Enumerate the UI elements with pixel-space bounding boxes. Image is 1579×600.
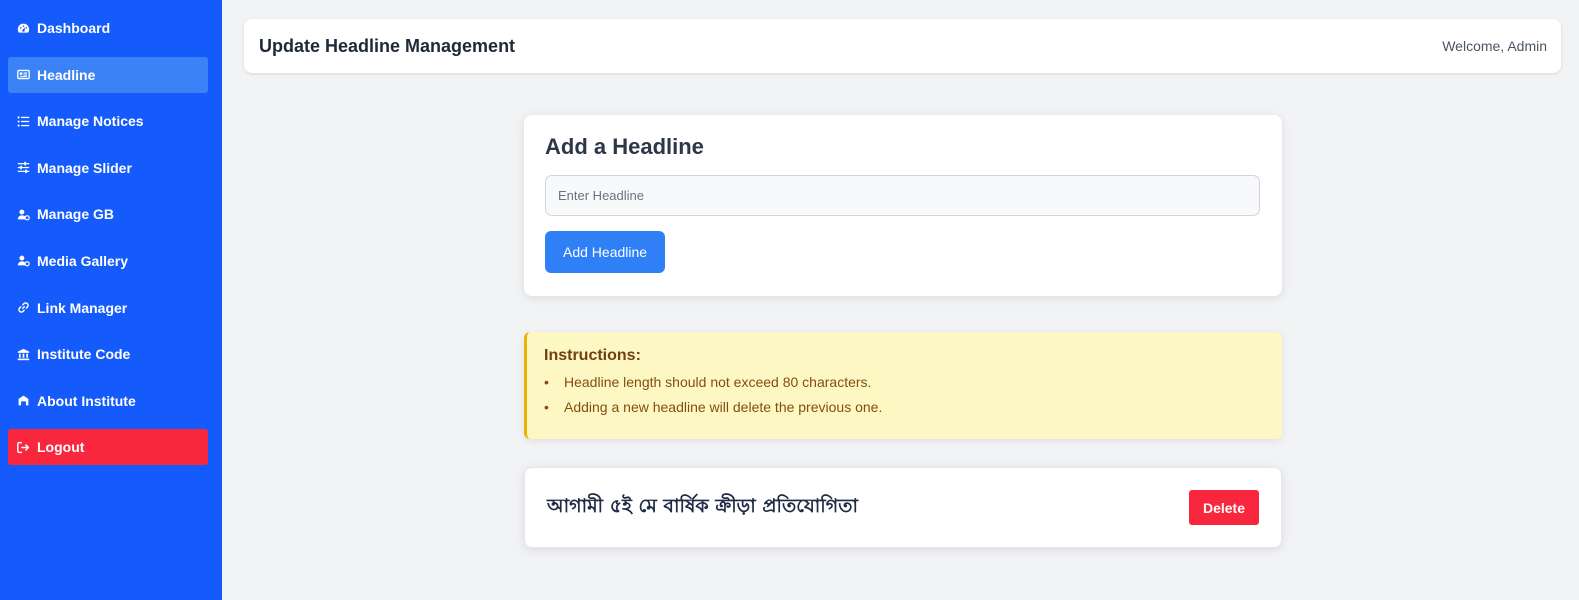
add-headline-card: Add a Headline Add Headline — [524, 115, 1282, 296]
sidebar-item-label: Manage GB — [37, 206, 115, 223]
headline-input[interactable] — [545, 175, 1260, 216]
sidebar-item-label: Manage Slider — [37, 159, 132, 176]
sidebar-item-label: Media Gallery — [37, 252, 129, 269]
bank-icon — [16, 347, 30, 361]
welcome-text: Welcome, Admin — [1442, 38, 1547, 54]
sign-out-icon — [16, 440, 30, 454]
sidebar-item-manage-gb[interactable]: Manage GB — [8, 196, 208, 232]
user-gear-icon — [16, 207, 30, 221]
page-title: Update Headline Management — [259, 35, 516, 56]
user-gear-icon — [16, 254, 30, 268]
sidebar-item-label: About Institute — [37, 392, 136, 409]
delete-button[interactable]: Delete — [1188, 490, 1259, 525]
gauge-icon — [16, 21, 30, 35]
sidebar-item-headline[interactable]: Headline — [8, 56, 208, 93]
newspaper-icon — [16, 68, 30, 82]
sidebar-item-label: Dashboard — [37, 20, 111, 36]
sidebar-item-about-institute[interactable]: About Institute — [8, 383, 208, 419]
sidebar-item-dashboard[interactable]: Dashboard — [8, 10, 208, 46]
instructions-title: Instructions: — [544, 347, 641, 364]
instructions-box: Instructions: Headline length should not… — [524, 332, 1282, 439]
sidebar-item-link-manager[interactable]: Link Manager — [8, 290, 208, 326]
add-headline-button[interactable]: Add Headline — [545, 231, 666, 273]
sidebar-item-label: Link Manager — [37, 299, 128, 316]
sidebar-item-manage-notices[interactable]: Manage Notices — [8, 103, 208, 139]
sidebar: Dashboard Headline Manage Notices Manage… — [0, 0, 222, 600]
current-headline-card: আগামী ৫ই মে বার্ষিক ক্রীড়া প্রতিযোগিতা … — [524, 467, 1282, 548]
list-item: Headline length should not exceed 80 cha… — [544, 374, 1265, 390]
sidebar-item-label: Manage Notices — [37, 113, 144, 130]
current-headline-text: আগামী ৫ই মে বার্ষিক ক্রীড়া প্রতিযোগিতা — [547, 494, 858, 517]
sidebar-item-label: Headline — [37, 66, 96, 83]
sidebar-item-media-gallery[interactable]: Media Gallery — [8, 243, 208, 279]
sidebar-item-institute-code[interactable]: Institute Code — [8, 336, 208, 372]
logout-label: Logout — [37, 439, 85, 456]
logout-button[interactable]: Logout — [8, 429, 208, 466]
page-header: Update Headline Management Welcome, Admi… — [244, 19, 1561, 73]
list-icon — [16, 114, 30, 128]
link-icon — [16, 301, 30, 315]
school-icon — [16, 394, 30, 408]
sliders-icon — [16, 161, 30, 175]
sidebar-item-label: Institute Code — [37, 346, 131, 363]
sidebar-item-manage-slider[interactable]: Manage Slider — [8, 150, 208, 186]
list-item: Adding a new headline will delete the pr… — [544, 399, 1265, 415]
instructions-list: Headline length should not exceed 80 cha… — [544, 374, 1265, 415]
add-headline-title: Add a Headline — [545, 134, 704, 159]
